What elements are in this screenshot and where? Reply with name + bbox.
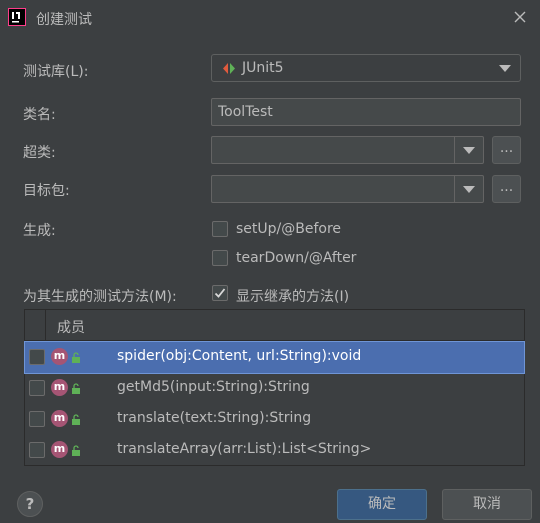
inherited-label: 显示继承的方法(I) xyxy=(236,289,350,305)
members-table: 成员 m spider(obj:Content, url:String):voi… xyxy=(24,309,525,466)
table-row[interactable]: m translate(text:String):String xyxy=(25,404,524,435)
library-select[interactable]: JUnit5 xyxy=(211,54,521,82)
classname-input[interactable] xyxy=(212,99,520,125)
method-icon: m xyxy=(51,348,68,365)
window-title: 创建测试 xyxy=(36,12,92,28)
close-icon[interactable] xyxy=(512,9,528,25)
chevron-down-icon[interactable] xyxy=(499,65,511,72)
intellij-app-icon xyxy=(8,8,26,26)
row-text: getMd5(input:String):String xyxy=(117,379,310,395)
combo-divider xyxy=(454,137,455,163)
package-combo[interactable] xyxy=(211,175,484,203)
library-value: JUnit5 xyxy=(242,60,284,76)
method-icon: m xyxy=(51,379,68,396)
method-icon: m xyxy=(51,441,68,458)
cancel-button[interactable]: 取消 xyxy=(442,489,532,520)
teardown-label: tearDown/@After xyxy=(236,250,357,266)
row-checkbox[interactable] xyxy=(29,349,45,365)
method-icon: m xyxy=(51,410,68,427)
row-checkbox[interactable] xyxy=(29,380,45,396)
superclass-browse-button[interactable]: ... xyxy=(492,136,521,164)
row-checkbox[interactable] xyxy=(29,411,45,427)
row-text: translateArray(arr:List):List<String> xyxy=(117,441,372,457)
table-row[interactable]: m getMd5(input:String):String xyxy=(25,373,524,404)
checkmark-icon xyxy=(214,288,226,298)
chevron-down-icon[interactable] xyxy=(463,186,475,193)
row-text: translate(text:String):String xyxy=(117,410,312,426)
unlock-icon xyxy=(71,413,81,429)
help-button[interactable]: ? xyxy=(17,491,43,517)
superclass-combo[interactable] xyxy=(211,136,484,164)
junit-icon xyxy=(222,62,236,79)
inherited-checkbox[interactable] xyxy=(212,285,228,301)
combo-divider xyxy=(454,176,455,202)
column-divider xyxy=(45,310,46,340)
teardown-checkbox[interactable] xyxy=(212,250,228,266)
superclass-label: 超类: xyxy=(23,145,56,161)
library-label: 测试库(L): xyxy=(23,64,89,80)
package-label: 目标包: xyxy=(23,183,70,199)
table-row[interactable]: m spider(obj:Content, url:String):void xyxy=(24,341,525,374)
setup-checkbox[interactable] xyxy=(212,221,228,237)
setup-label: setUp/@Before xyxy=(236,221,342,237)
generate-label: 生成: xyxy=(23,223,56,239)
row-text: spider(obj:Content, url:String):void xyxy=(117,348,362,364)
unlock-icon xyxy=(71,351,81,367)
unlock-icon xyxy=(71,382,81,398)
table-header: 成员 xyxy=(25,310,524,341)
table-row[interactable]: m translateArray(arr:List):List<String> xyxy=(25,435,524,466)
methods-label: 为其生成的测试方法(M): xyxy=(23,289,177,305)
classname-label: 类名: xyxy=(23,107,56,123)
column-header-members[interactable]: 成员 xyxy=(57,317,85,337)
package-browse-button[interactable]: ... xyxy=(492,175,521,203)
row-checkbox[interactable] xyxy=(29,442,45,458)
ok-button[interactable]: 确定 xyxy=(337,489,427,520)
unlock-icon xyxy=(71,444,81,460)
chevron-down-icon[interactable] xyxy=(463,147,475,154)
classname-field[interactable] xyxy=(211,98,521,126)
